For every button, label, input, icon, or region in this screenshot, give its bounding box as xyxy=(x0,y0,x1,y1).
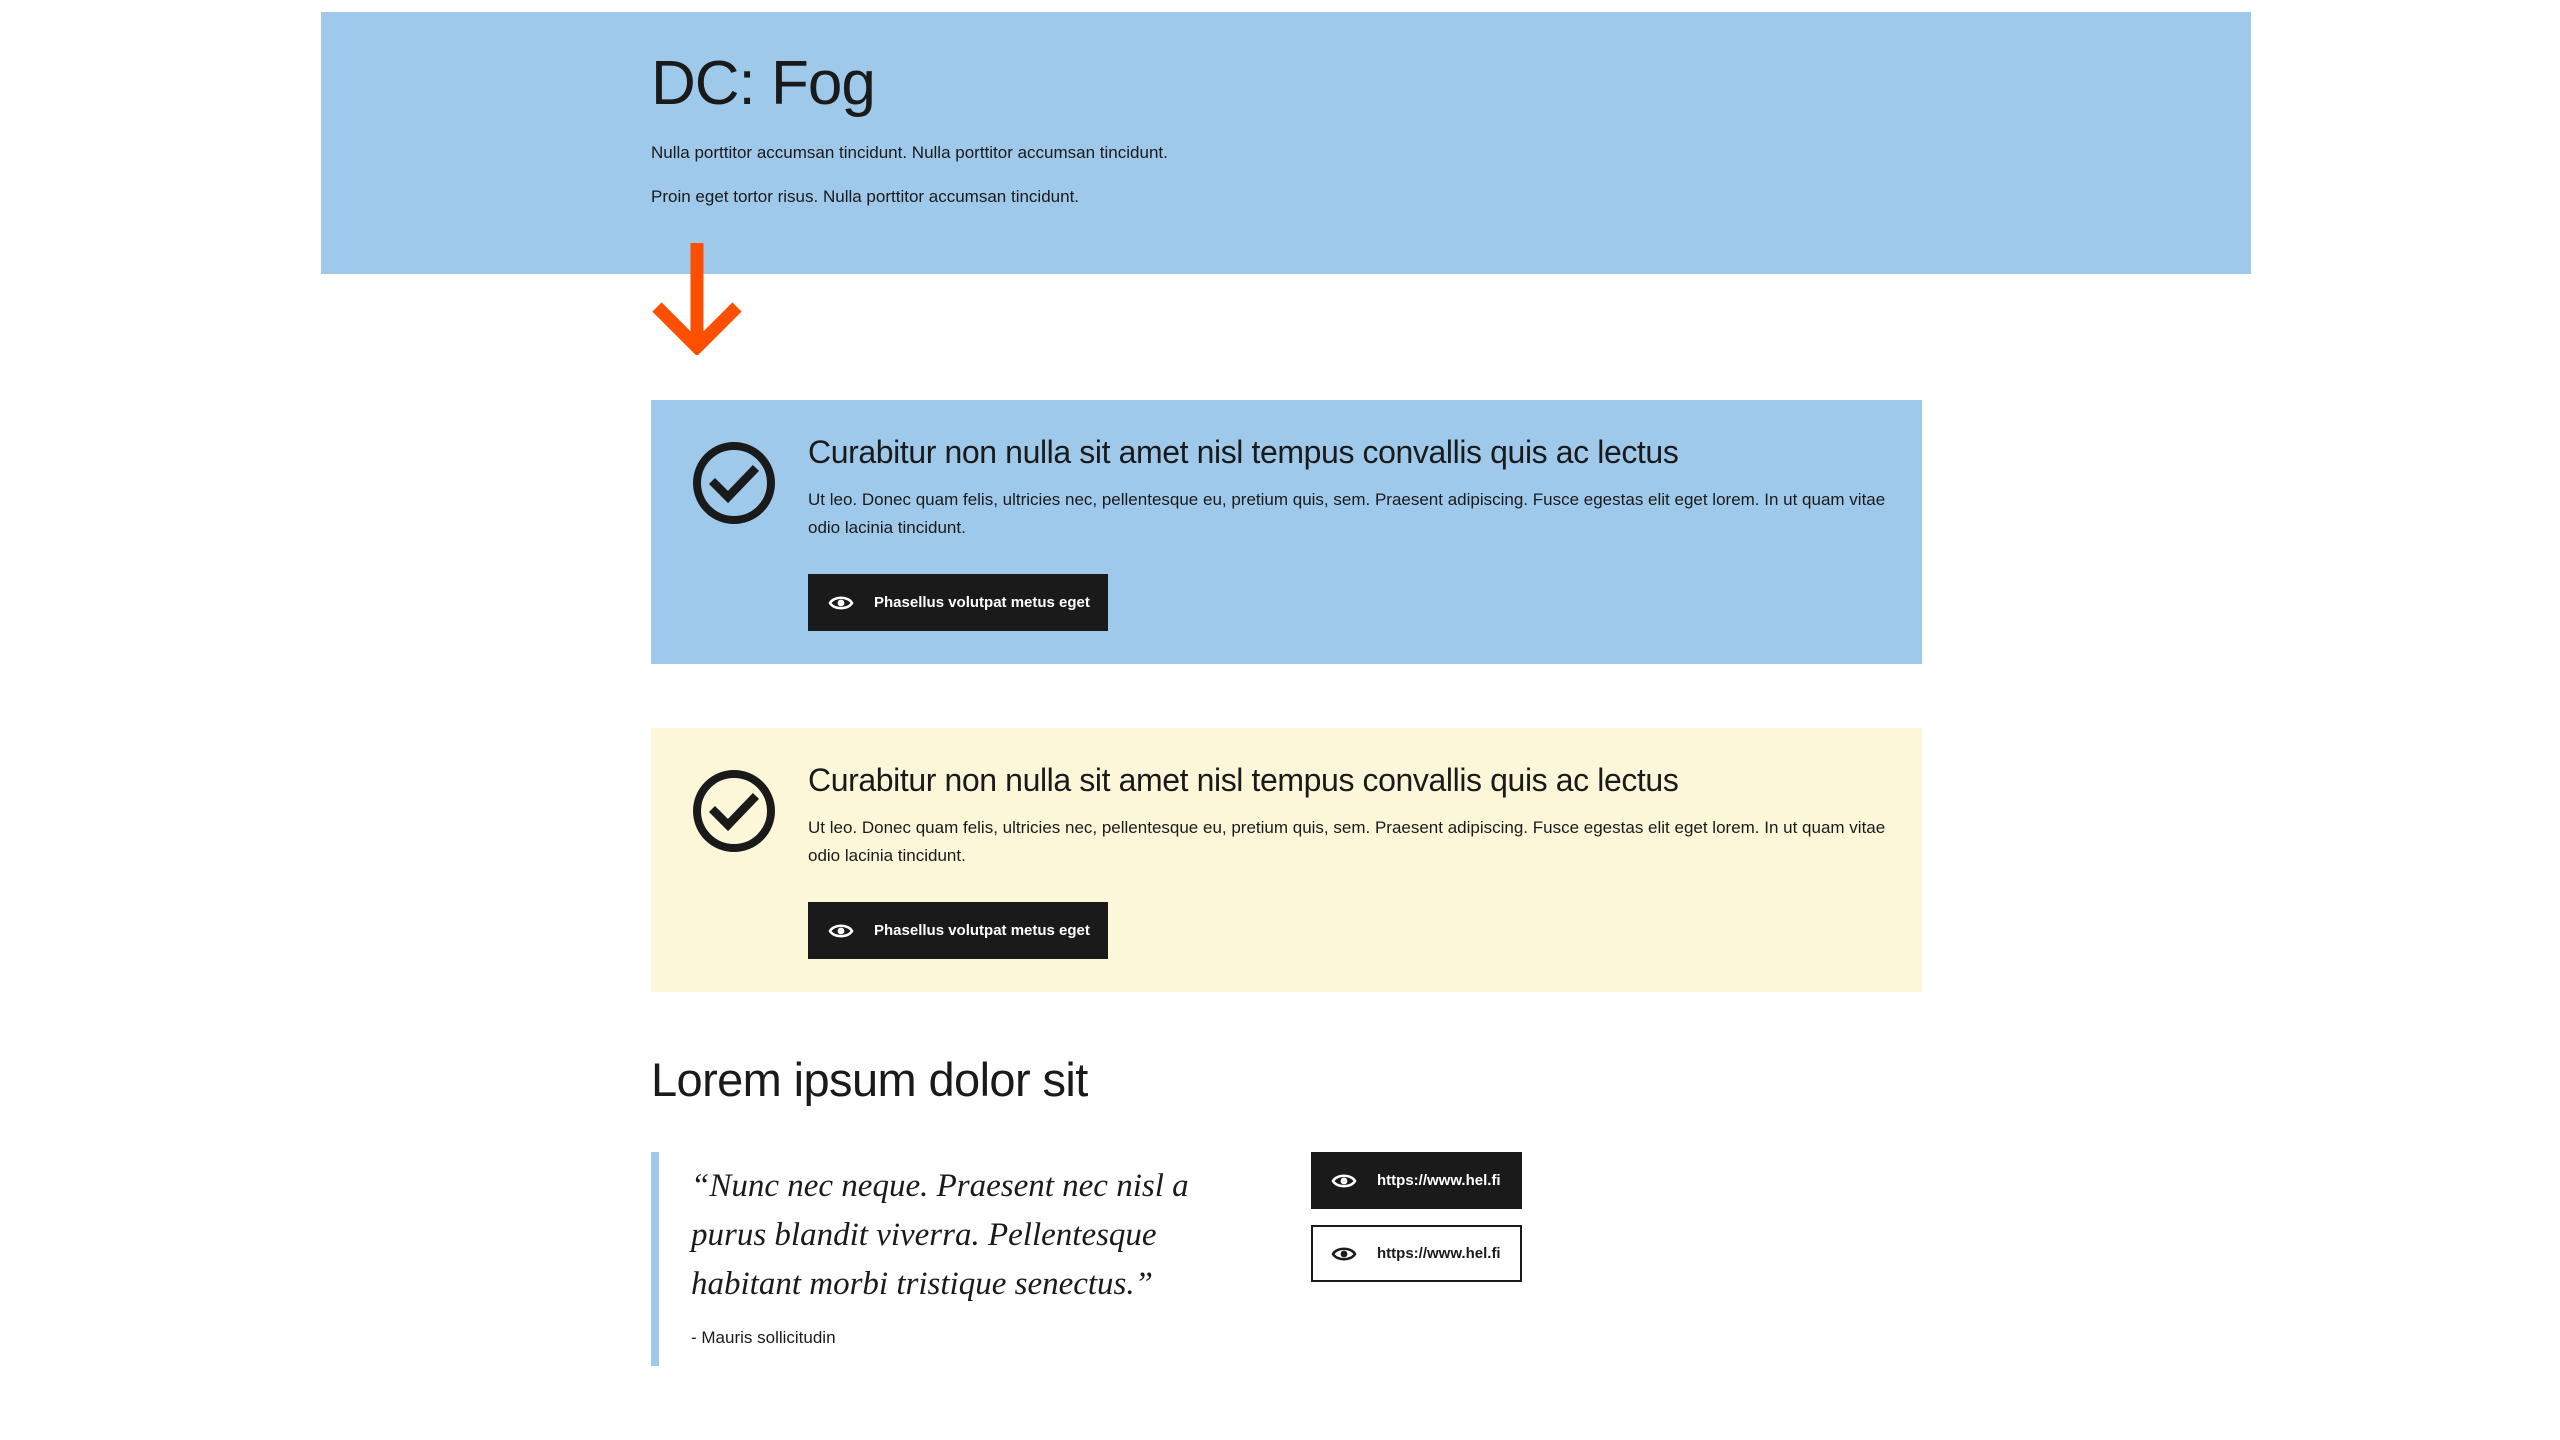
quote-author: - Mauris sollicitudin xyxy=(691,1328,836,1347)
card-action-button[interactable]: Phasellus volutpat metus eget xyxy=(808,902,1108,959)
link-button-filled[interactable]: https://www.hel.fi xyxy=(1311,1152,1522,1209)
eye-icon xyxy=(1331,1173,1357,1188)
card-text: Ut leo. Donec quam felis, ultricies nec,… xyxy=(808,490,1886,537)
check-circle-icon xyxy=(693,770,775,852)
quote-text: “Nunc nec neque. Praesent nec nisl a pur… xyxy=(691,1168,1189,1302)
eye-icon xyxy=(828,923,854,938)
hero-text-1: Nulla porttitor accumsan tincidunt. Null… xyxy=(651,143,1168,162)
hero-wave-edge xyxy=(321,262,2251,274)
card-action-button[interactable]: Phasellus volutpat metus eget xyxy=(808,574,1108,631)
eye-icon xyxy=(828,595,854,610)
section-title: Lorem ipsum dolor sit xyxy=(651,1053,1088,1106)
hero-content: DC: Fog Nulla porttitor accumsan tincidu… xyxy=(651,38,1851,208)
card-body: Curabitur non nulla sit amet nisl tempus… xyxy=(808,758,1888,870)
notification-card-blue: Curabitur non nulla sit amet nisl tempus… xyxy=(651,400,1922,664)
arrow-down-icon xyxy=(652,243,742,355)
button-label: Phasellus volutpat metus eget xyxy=(874,594,1090,611)
card-title: Curabitur non nulla sit amet nisl tempus… xyxy=(808,434,1679,470)
notification-card-yellow: Curabitur non nulla sit amet nisl tempus… xyxy=(651,728,1922,992)
page-title: DC: Fog xyxy=(651,49,876,118)
page: DC: Fog Nulla porttitor accumsan tincidu… xyxy=(0,0,2560,1440)
eye-icon xyxy=(1331,1246,1357,1261)
card-body: Curabitur non nulla sit amet nisl tempus… xyxy=(808,430,1888,542)
blockquote: “Nunc nec neque. Praesent nec nisl a pur… xyxy=(651,1152,1271,1366)
card-text: Ut leo. Donec quam felis, ultricies nec,… xyxy=(808,818,1886,865)
hero-text-2: Proin eget tortor risus. Nulla porttitor… xyxy=(651,187,1080,206)
link-button-outline[interactable]: https://www.hel.fi xyxy=(1311,1225,1522,1282)
button-label: Phasellus volutpat metus eget xyxy=(874,922,1090,939)
link-label: https://www.hel.fi xyxy=(1377,1172,1501,1189)
link-label: https://www.hel.fi xyxy=(1377,1245,1501,1262)
card-title: Curabitur non nulla sit amet nisl tempus… xyxy=(808,762,1679,798)
check-circle-icon xyxy=(693,442,775,524)
